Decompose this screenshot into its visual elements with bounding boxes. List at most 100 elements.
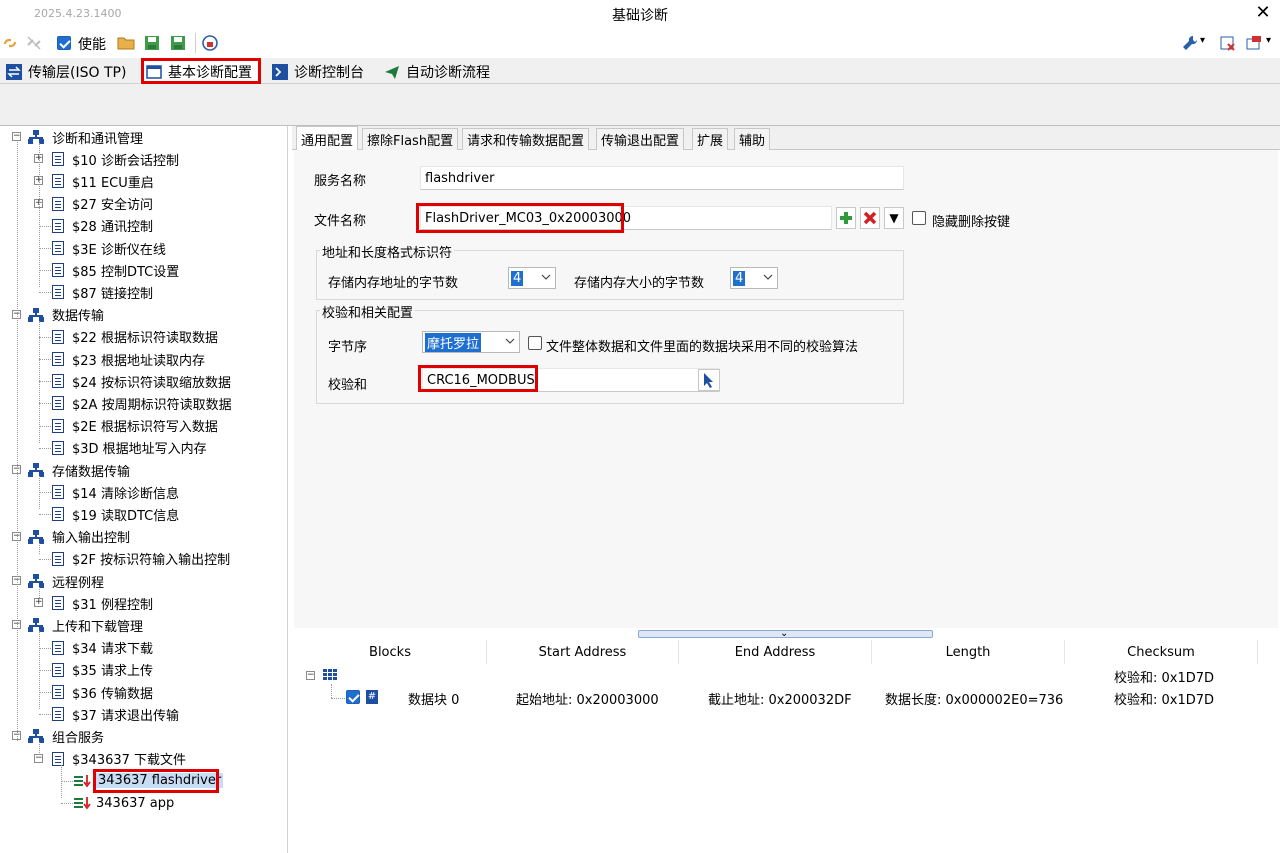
tree-line xyxy=(39,425,51,427)
tree-item[interactable]: $37 请求退出传输 xyxy=(52,704,179,724)
tree-item[interactable]: $31 例程控制 xyxy=(52,593,153,613)
col-length[interactable]: Length xyxy=(872,640,1065,664)
col-start-address[interactable]: Start Address xyxy=(487,640,679,664)
checksum-group-title: 校验和相关配置 xyxy=(320,302,416,321)
open-folder-icon[interactable] xyxy=(116,33,136,53)
tree-item[interactable]: $2F 按标识符输入输出控制 xyxy=(52,549,230,569)
block-name: 数据块 0 xyxy=(408,693,460,708)
col-checksum[interactable]: Checksum xyxy=(1065,640,1258,664)
tree-line xyxy=(331,698,345,699)
expand-icon[interactable]: + xyxy=(34,598,43,608)
tree-group-label: 数据传输 xyxy=(52,309,105,325)
diff-algo-checkbox[interactable] xyxy=(528,336,542,350)
tree-subitem[interactable]: 343637 app xyxy=(74,793,174,813)
tree-item[interactable]: $34 请求下载 xyxy=(52,638,153,658)
tab-auto-diag-flow[interactable]: 自动诊断流程 xyxy=(378,60,496,84)
window-layout-icon[interactable] xyxy=(1244,33,1264,53)
tab-auxiliary[interactable]: 辅助 xyxy=(734,128,771,150)
col-end-address[interactable]: End Address xyxy=(679,640,872,664)
collapse-icon[interactable]: − xyxy=(34,753,43,763)
tree-item[interactable]: $24 按标识符读取缩放数据 xyxy=(52,371,231,391)
wrench-icon[interactable] xyxy=(1180,33,1200,53)
send-icon xyxy=(384,64,400,80)
window-close-icon[interactable] xyxy=(1218,33,1238,53)
document-icon xyxy=(52,241,64,255)
document-icon xyxy=(52,285,64,300)
highlight-box xyxy=(418,365,538,392)
cursor-select-icon[interactable] xyxy=(698,369,720,391)
tab-transport-layer[interactable]: 传输层(ISO TP) xyxy=(0,60,132,84)
tree-line xyxy=(61,780,73,782)
enable-label: 使能 xyxy=(78,37,106,53)
tree-item[interactable]: $36 传输数据 xyxy=(52,682,153,702)
tree-item[interactable]: $2A 按周期标识符读取数据 xyxy=(52,393,232,413)
tab-request-transfer-config[interactable]: 请求和传输数据配置 xyxy=(462,128,590,150)
tree-line xyxy=(39,403,51,405)
tree-item[interactable]: $14 清除诊断信息 xyxy=(52,482,179,502)
chevron-down-icon[interactable]: ▾ xyxy=(1266,35,1271,46)
tree-group[interactable]: 存储数据传输 xyxy=(28,460,130,480)
tree-group[interactable]: 上传和下载管理 xyxy=(28,615,143,635)
collapse-icon[interactable]: − xyxy=(306,671,315,680)
download-icon xyxy=(74,796,92,810)
tree-item[interactable]: $22 根据标识符读取数据 xyxy=(52,327,218,347)
addr-group-title: 地址和长度格式标识符 xyxy=(320,242,455,261)
tree-item-label: $23 根据地址读取内存 xyxy=(72,353,205,369)
block-checkbox[interactable] xyxy=(346,690,360,704)
add-icon[interactable] xyxy=(836,207,856,229)
tree-item[interactable]: $28 通讯控制 xyxy=(52,216,153,236)
hide-delete-label: 隐藏删除按键 xyxy=(932,215,1011,230)
tree-item[interactable]: $10 诊断会话控制 xyxy=(52,149,179,169)
blocks-table-header: Blocks Start Address End Address Length … xyxy=(294,640,1280,664)
tab-diag-console[interactable]: 诊断控制台 xyxy=(266,60,370,84)
diagnose-icon[interactable] xyxy=(200,33,220,53)
collapse-icon[interactable]: − xyxy=(12,132,21,141)
tree-item-label: $2A 按周期标识符读取数据 xyxy=(72,397,232,413)
tree-item[interactable]: $11 ECU重启 xyxy=(52,171,154,191)
tree-item[interactable]: $3D 根据地址写入内存 xyxy=(52,438,207,458)
document-icon xyxy=(52,374,64,389)
chevron-down-icon xyxy=(541,274,551,280)
tree-item-label: $10 诊断会话控制 xyxy=(72,153,179,169)
tree-item[interactable]: $23 根据地址读取内存 xyxy=(52,349,205,369)
tree-line xyxy=(39,359,51,360)
tree-item[interactable]: $3E 诊断仪在线 xyxy=(52,238,166,258)
tree-item[interactable]: $85 控制DTC设置 xyxy=(52,260,179,280)
tree-item[interactable]: $87 链接控制 xyxy=(52,282,153,302)
tab-extension[interactable]: 扩展 xyxy=(692,128,729,150)
tree-item[interactable]: $27 安全访问 xyxy=(52,194,153,214)
service-tree: − 诊断和通讯管理 + $10 诊断会话控制 + $11 ECU重启 + $27 安全访问 $2… xyxy=(0,126,288,853)
tab-erase-flash-config[interactable]: 擦除Flash配置 xyxy=(362,128,459,150)
delete-icon[interactable] xyxy=(860,207,880,229)
size-bytes-select[interactable]: 4 xyxy=(730,267,778,289)
dropdown-icon[interactable]: ▼ xyxy=(884,207,904,229)
save-as-icon[interactable] xyxy=(168,33,188,53)
tree-item[interactable]: $343637 下载文件 xyxy=(52,749,186,769)
hide-delete-checkbox[interactable] xyxy=(912,211,926,225)
tree-item[interactable]: $2E 根据标识符写入数据 xyxy=(52,416,218,436)
tree-item[interactable]: $35 请求上传 xyxy=(52,660,153,680)
tree-group[interactable]: 诊断和通讯管理 xyxy=(28,127,143,147)
tab-transfer-exit-config[interactable]: 传输退出配置 xyxy=(596,128,685,150)
tab-general-config[interactable]: 通用配置 xyxy=(296,126,359,151)
chevron-down-icon[interactable]: ▾ xyxy=(1200,35,1205,46)
connect-icon[interactable] xyxy=(0,33,20,53)
enable-checkbox[interactable] xyxy=(54,33,74,53)
network-icon xyxy=(28,574,44,588)
service-name-input[interactable]: flashdriver xyxy=(420,166,904,190)
window-title: 基础诊断 xyxy=(612,8,668,24)
highlight-box xyxy=(93,768,219,793)
tree-item-label: $28 通讯控制 xyxy=(72,220,153,236)
diff-algo-label: 文件整体数据和文件里面的数据块采用不同的校验算法 xyxy=(546,340,859,355)
panel-splitter[interactable]: ⌄ xyxy=(638,628,933,639)
close-icon[interactable]: ✕ xyxy=(1252,2,1274,24)
save-icon[interactable] xyxy=(142,33,162,53)
highlight-box xyxy=(416,203,624,233)
tree-line xyxy=(39,631,40,710)
tree-group[interactable]: 输入输出控制 xyxy=(28,527,130,547)
tree-item[interactable]: $19 读取DTC信息 xyxy=(52,504,179,524)
addr-bytes-select[interactable]: 4 xyxy=(508,267,556,289)
col-blocks[interactable]: Blocks xyxy=(294,640,487,664)
disconnect-icon[interactable] xyxy=(24,33,44,53)
byte-order-select[interactable]: 摩托罗拉 xyxy=(422,331,520,353)
